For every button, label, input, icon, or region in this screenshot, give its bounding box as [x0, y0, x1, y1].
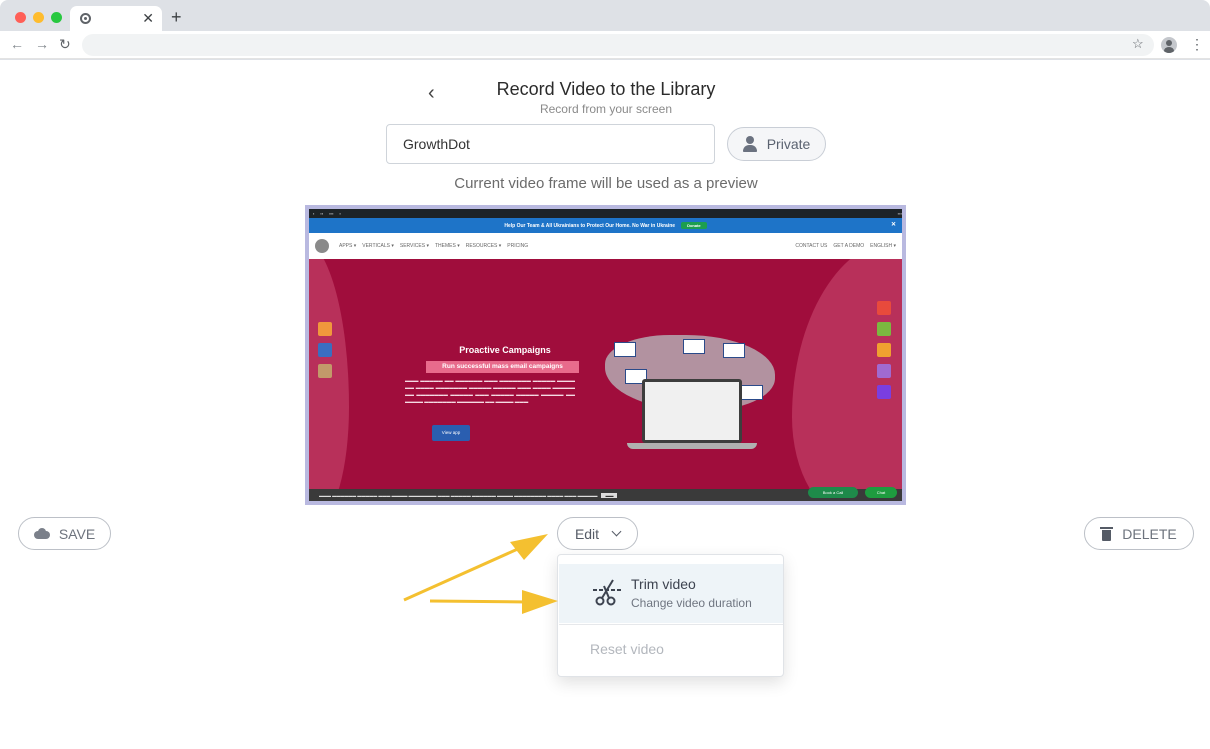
reload-icon[interactable]: ↻	[59, 36, 71, 52]
video-frame-preview: ▪ ▪▪ ▪▪▪ ▪ ▪▪▪ Help Our Team & All Ukrainian…	[305, 205, 906, 505]
hero-section: Proactive Campaigns Run successful mass …	[309, 259, 902, 489]
preview-note: Current video frame will be used as a pr…	[454, 175, 758, 192]
save-label: SAVE	[58, 525, 96, 542]
menu-divider	[559, 624, 783, 625]
chevron-down-icon	[611, 526, 622, 537]
side-app-icon	[877, 322, 891, 336]
trim-video-subtitle: Change video duration	[631, 596, 752, 610]
side-app-icon	[877, 301, 891, 315]
trim-video-title: Trim video	[631, 576, 696, 592]
side-app-icon	[318, 364, 332, 378]
address-bar[interactable]	[82, 34, 1154, 56]
page-title: Record Video to the Library	[496, 79, 716, 99]
book-call-pill: Book a Call	[808, 487, 858, 498]
site-nav-item: VERTICALS ▾	[362, 243, 394, 249]
save-button[interactable]: SAVE	[18, 517, 111, 550]
browser-toolbar: ← → ↻ ☆ ⋮	[0, 31, 1210, 59]
site-nav-item: RESOURCES ▾	[465, 243, 502, 249]
delete-label: DELETE	[1122, 525, 1177, 542]
tab-close-icon[interactable]: ✕	[142, 10, 154, 26]
edit-dropdown-button[interactable]: Edit	[557, 517, 638, 550]
window-controls	[15, 12, 62, 23]
envelope-icon	[614, 342, 636, 357]
site-nav-item: ENGLISH ▾	[870, 243, 896, 249]
site-nav-item: GET A DEMO	[833, 243, 865, 249]
reset-video-menu-item[interactable]: Reset video	[590, 641, 664, 657]
site-nav-item: SERVICES ▾	[399, 243, 429, 249]
delete-button[interactable]: DELETE	[1084, 517, 1194, 550]
back-arrow-icon[interactable]: ←	[10, 36, 24, 52]
notice-bar: Help Our Team & All Ukrainians to Protec…	[309, 218, 902, 233]
side-app-icon	[877, 385, 891, 399]
close-window-button[interactable]	[15, 12, 26, 23]
hero-tag: Run successful mass email campaigns	[426, 361, 579, 373]
privacy-toggle-button[interactable]: Private	[727, 127, 826, 161]
arrow-to-trim-icon	[429, 590, 558, 614]
person-icon	[742, 136, 757, 152]
laptop-base	[627, 443, 757, 449]
side-app-icon	[318, 322, 332, 336]
trim-video-menu-item[interactable]: Trim video Change video duration	[559, 564, 783, 623]
arrow-to-edit-icon	[403, 534, 548, 602]
browser-chrome: ✕ + ← → ↻ ☆ ⋮	[0, 0, 1210, 60]
browser-tab[interactable]: ✕	[70, 6, 162, 31]
page-subtitle: Record from your screen	[539, 102, 673, 116]
chrome-icon	[80, 13, 91, 24]
notice-text: Help Our Team & All Ukrainians to Protec…	[504, 222, 676, 229]
chrome-divider	[0, 58, 1210, 59]
site-nav-item: PRICING	[507, 243, 529, 249]
hero-title: Proactive Campaigns	[459, 345, 551, 355]
envelope-icon	[741, 385, 763, 400]
new-tab-button[interactable]: +	[171, 7, 182, 27]
notice-close-icon: ✕	[890, 222, 896, 228]
chat-pill: Chat	[865, 487, 897, 498]
site-nav-item: APPS ▾	[339, 243, 357, 249]
minimize-window-button[interactable]	[33, 12, 44, 23]
hero-view-app-button: View app	[432, 425, 470, 441]
video-name-input[interactable]	[386, 124, 715, 164]
laptop-illustration	[642, 379, 742, 443]
annotation-arrows	[403, 534, 558, 614]
side-app-icon	[877, 364, 891, 378]
forward-arrow-icon[interactable]: →	[35, 36, 49, 52]
profile-icon[interactable]	[1161, 37, 1177, 53]
site-nav-item: CONTACT US	[795, 243, 828, 249]
privacy-label: Private	[766, 136, 811, 152]
bookmark-star-icon[interactable]: ☆	[1132, 36, 1144, 52]
browser-menu-icon[interactable]: ⋮	[1190, 36, 1204, 52]
side-app-icon	[318, 343, 332, 357]
cloud-upload-icon	[33, 528, 50, 539]
edit-label: Edit	[574, 525, 600, 542]
envelope-icon	[683, 339, 705, 354]
envelope-icon	[723, 343, 745, 358]
side-app-icon	[877, 343, 891, 357]
site-nav-item: THEMES ▾	[434, 243, 460, 249]
trash-icon	[1100, 526, 1114, 541]
scissors-icon	[593, 579, 621, 606]
edit-dropdown-menu: Trim video Change video duration Reset v…	[557, 554, 784, 677]
back-button[interactable]: ‹	[428, 82, 435, 105]
maximize-window-button[interactable]	[51, 12, 62, 23]
wp-admin-bar: ▪ ▪▪ ▪▪▪ ▪ ▪▪▪	[309, 209, 902, 218]
site-logo	[315, 239, 329, 253]
donate-pill: Donate	[681, 222, 707, 229]
site-nav: APPS ▾ VERTICALS ▾ SERVICES ▾ THEMES ▾ R…	[309, 233, 902, 259]
video-frame-content: ▪ ▪▪ ▪▪▪ ▪ ▪▪▪ Help Our Team & All Ukrainian…	[309, 209, 902, 501]
hero-body-text: ▬▬▬ ▬▬▬▬▬ ▬▬ ▬▬▬▬▬▬ ▬▬▬ ▬▬▬▬▬▬▬ ▬▬▬▬▬ ▬▬…	[405, 378, 575, 404]
